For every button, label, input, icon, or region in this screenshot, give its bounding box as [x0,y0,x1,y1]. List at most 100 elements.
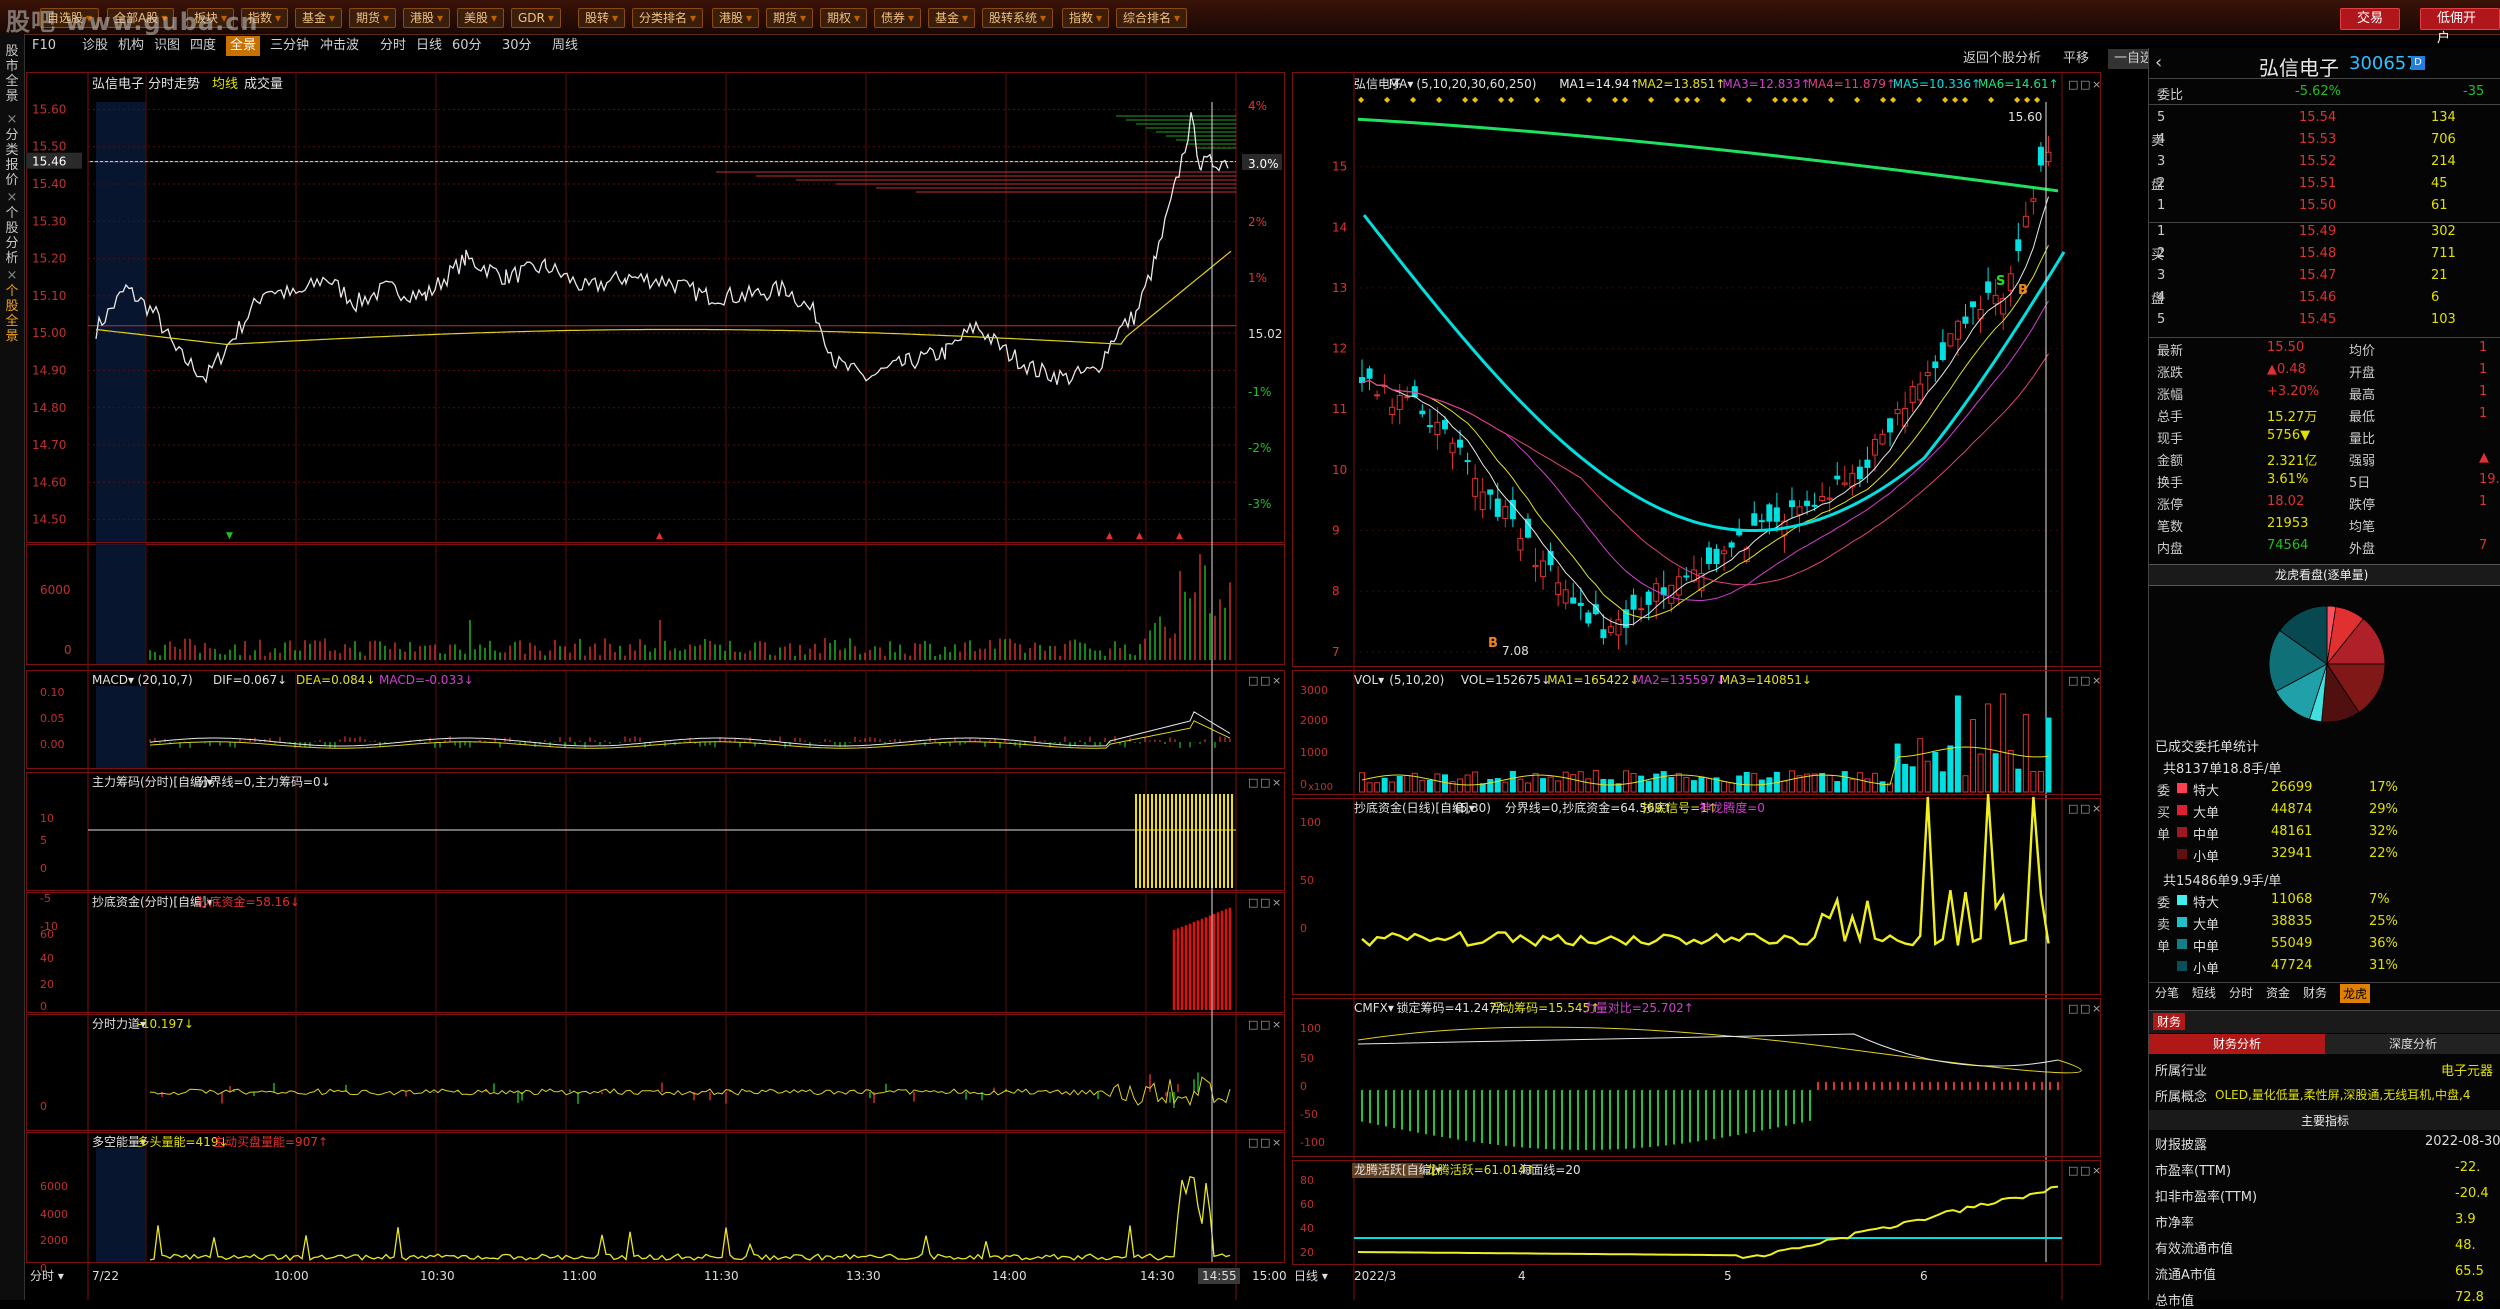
window-icon[interactable]: □ [2068,1002,2078,1015]
toolbar-item[interactable]: 分类排名 ▾ [632,8,704,28]
subbar-tab[interactable]: 识图 [154,36,180,56]
indicator-label: VOL▾ [1354,673,1384,687]
window-icon[interactable]: □ [1260,896,1270,909]
window-icon[interactable]: □ [2080,1164,2090,1177]
trade-button[interactable]: 交易 [2340,8,2401,30]
candle-body [1758,520,1765,523]
toolbar-item[interactable]: 基金 ▾ [295,8,343,28]
tab-stock-analysis[interactable]: 个股分析 [2,206,22,266]
avg-line-label: 均线 [212,77,238,92]
return-button[interactable]: 返回个股分析 [1963,49,2041,69]
subbar-tab[interactable]: 60分 [452,36,482,56]
toolbar-item[interactable]: 指数 ▾ [1062,8,1110,28]
window-icon[interactable]: □ [1248,1018,1258,1031]
fin-analysis-tab[interactable]: 财务分析 [2149,1034,2325,1054]
back-chevron-icon[interactable]: ‹ [2155,52,2162,73]
close-icon[interactable]: × [1272,1018,1281,1031]
window-icon[interactable]: □ [1248,1136,1258,1149]
close-icon[interactable]: × [1272,776,1281,789]
legend-square-icon [2177,849,2187,859]
subbar-tab[interactable]: 日线 [416,36,442,56]
toolbar-item[interactable]: 综合排名 ▾ [1116,8,1188,28]
date-tick[interactable]: 日线 ▾ [1294,1269,1328,1283]
toolbar-item[interactable]: 港股 ▾ [403,8,451,28]
buy-marker: B [2018,283,2028,298]
toolbar-item[interactable]: 股转系统 ▾ [982,8,1054,28]
quote-tab[interactable]: 分时 [2229,984,2253,1001]
toolbar-item[interactable]: 期权 ▾ [820,8,868,28]
toolbar-item[interactable]: 港股 ▾ [712,8,760,28]
window-icon[interactable]: □ [1248,896,1258,909]
volume-bar [1668,777,1675,793]
stat-label: 换手 [2157,476,2184,491]
window-icon[interactable]: □ [2068,674,2078,687]
dropdown-icon: ▾ [1096,11,1103,25]
subbar-tab[interactable]: 分时 [380,36,406,56]
window-icon[interactable]: □ [1260,1018,1270,1031]
toolbar-item[interactable]: GDR ▾ [511,8,561,28]
subbar-tab[interactable]: 冲击波 [320,36,359,56]
close-icon[interactable]: × [2092,674,2101,687]
quote-tab[interactable]: 短线 [2192,984,2216,1001]
window-icon[interactable]: □ [1260,776,1270,789]
entrust-pct: 29% [2369,802,2398,817]
window-icon[interactable]: □ [1248,776,1258,789]
toolbar-item[interactable]: 美股 ▾ [457,8,505,28]
close-icon[interactable]: × [1272,674,1281,687]
toolbar-item[interactable]: 股转 ▾ [578,8,626,28]
tab-close-icon[interactable]: × [2,268,22,283]
quote-tab[interactable]: 资金 [2266,984,2290,1001]
open-account-button[interactable]: 低佣开户 [2420,8,2500,46]
close-icon[interactable]: × [2092,78,2101,91]
longhu-pie-chart [2268,605,2386,723]
quote-tab[interactable]: 财务 [2303,984,2327,1001]
subbar-tab[interactable]: 机构 [118,36,144,56]
window-icon[interactable]: □ [2080,78,2090,91]
close-icon[interactable]: × [1272,896,1281,909]
window-icon[interactable]: □ [2068,1164,2078,1177]
window-icon[interactable]: □ [2080,674,2090,687]
subbar-tab[interactable]: 30分 [502,36,532,56]
window-icon[interactable]: □ [1260,1136,1270,1149]
candle-body [1502,505,1509,519]
flat-button[interactable]: 平移 [2063,49,2089,69]
subbar-tab[interactable]: 三分钟 [270,36,309,56]
depth-analysis-tab[interactable]: 深度分析 [2325,1034,2500,1054]
window-icon[interactable]: □ [2080,1002,2090,1015]
tab-close-icon[interactable]: × [2,112,22,127]
window-icon[interactable]: □ [2080,802,2090,815]
subbar-tab[interactable]: 周线 [552,36,578,56]
toolbar-item[interactable]: 基金 ▾ [928,8,976,28]
tab-market-overview[interactable]: 股市全景 [2,44,22,104]
window-icon[interactable]: □ [1248,674,1258,687]
tab-category-quote[interactable]: 分类报价 [2,128,22,188]
signal-diamond: ◆ [1508,95,1515,104]
tab-close-icon[interactable]: × [2,190,22,205]
signal-diamond: ◆ [1880,95,1887,104]
fin-tab[interactable]: 财务 [2153,1013,2186,1030]
candle-body [1939,342,1946,360]
date-tick: 4 [1518,1269,1526,1283]
close-icon[interactable]: × [2092,1164,2101,1177]
close-icon[interactable]: × [1272,1136,1281,1149]
subbar-tab[interactable]: 四度 [190,36,216,56]
quote-tab[interactable]: 龙虎 [2340,984,2371,1003]
sell-volume: 134 [2431,110,2456,125]
volume-bar [1600,779,1607,793]
tab-stock-overview[interactable]: 个股全景 [2,284,22,344]
window-icon[interactable]: □ [1260,674,1270,687]
subbar-tab[interactable]: 全景 [226,36,261,56]
toolbar-item[interactable]: 期货 ▾ [349,8,397,28]
window-icon[interactable]: □ [2068,802,2078,815]
toolbar-item[interactable]: 期货 ▾ [766,8,814,28]
time-tick[interactable]: 分时 ▾ [30,1269,64,1283]
subbar-tab[interactable]: F10 [32,36,56,56]
close-icon[interactable]: × [2092,1002,2101,1015]
window-icon[interactable]: □ [2068,78,2078,91]
sell-level: 5 [2157,110,2166,125]
toolbar-item[interactable]: 债券 ▾ [874,8,922,28]
subbar-tab[interactable]: 诊股 [82,36,108,56]
close-icon[interactable]: × [2092,802,2101,815]
quote-tab[interactable]: 分笔 [2155,984,2179,1001]
toolbar-item-label: 美股 [464,11,489,25]
